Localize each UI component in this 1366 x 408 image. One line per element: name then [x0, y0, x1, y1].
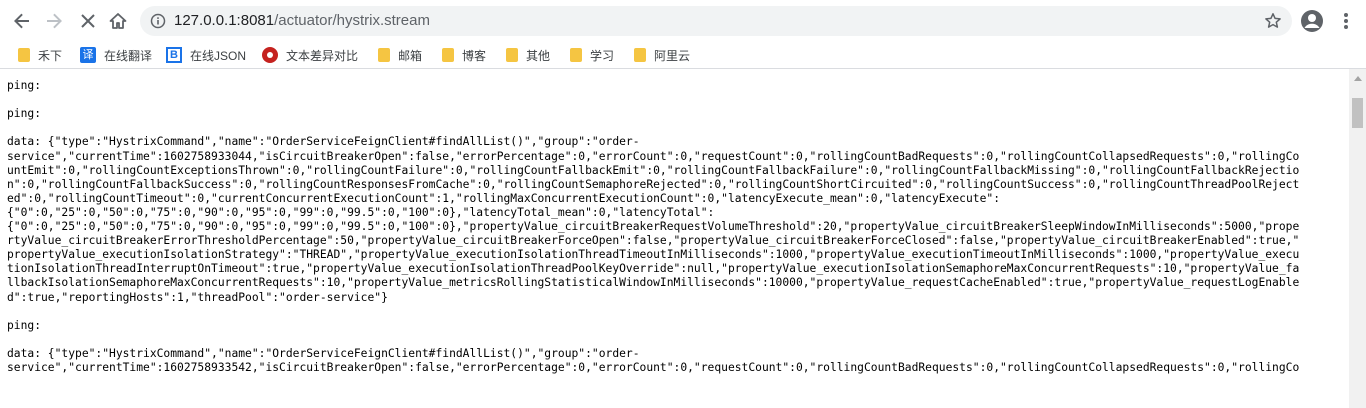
stream-line: [7, 121, 1349, 135]
home-icon: [109, 13, 127, 29]
stop-icon: [81, 14, 95, 28]
stream-line: ping:: [7, 318, 48, 332]
back-button[interactable]: [8, 7, 36, 35]
stream-line: {"0":0,"25":0,"50":0,"75":0,"90":0,"95":…: [7, 220, 1300, 234]
translate-icon: 译: [80, 47, 96, 63]
address-bar[interactable]: 127.0.0.1:8081/actuator/hystrix.stream: [140, 6, 1292, 36]
stream-line: service","currentTime":1602758933542,"is…: [7, 360, 1300, 374]
stream-line: [7, 305, 1349, 319]
stream-line: ed":0,"rollingCountTimeout":0,"currentCo…: [7, 191, 1000, 205]
bookmarks-bar: 禾下 译 在线翻译 B 在线JSON 文本差异对比 邮箱 博客 其他 学习 阿里…: [0, 42, 1366, 69]
stream-content: ping: ping: data: {"type":"HystrixComman…: [0, 69, 1349, 408]
star-icon[interactable]: [1264, 12, 1282, 34]
bookmark-label: 其他: [526, 48, 551, 63]
stream-line: data: {"type":"HystrixCommand","name":"O…: [7, 346, 640, 360]
stream-line: data: {"type":"HystrixCommand","name":"O…: [7, 135, 640, 149]
stream-line: ping:: [7, 79, 48, 93]
stream-line: llbackIsolationSemaphoreMaxConcurrentReq…: [7, 276, 1300, 290]
stream-line: [7, 69, 1349, 79]
stream-line: [7, 93, 1349, 107]
bookmark-label: 邮箱: [398, 48, 423, 63]
bookmark-label: 在线JSON: [190, 48, 247, 63]
forward-icon: [47, 13, 62, 29]
json-icon: B: [166, 47, 182, 63]
bookmark-online-json[interactable]: B 在线JSON: [166, 45, 246, 65]
more-menu-icon[interactable]: [1336, 8, 1356, 34]
stream-line: [7, 333, 1349, 347]
stream-line: propertyValue_executionIsolationStrategy…: [7, 248, 1300, 262]
bookmark-label: 博客: [462, 48, 487, 63]
bookmark-folder-aliyun[interactable]: 阿里云: [632, 45, 690, 65]
stream-text: ping: ping: data: {"type":"HystrixComman…: [0, 69, 1349, 375]
folder-icon: [506, 48, 518, 62]
bookmark-folder-study[interactable]: 学习: [568, 45, 614, 65]
url-path: /actuator/hystrix.stream: [274, 12, 430, 29]
stream-line: service","currentTime":1602758933044,"is…: [7, 149, 1300, 163]
bookmark-label: 在线翻译: [104, 48, 153, 63]
home-button[interactable]: [104, 7, 132, 35]
bookmark-folder-hexia[interactable]: 禾下: [16, 45, 62, 65]
url-host: 127.0.0.1:8081: [174, 12, 275, 29]
bookmark-folder-other[interactable]: 其他: [504, 45, 550, 65]
url-text[interactable]: 127.0.0.1:8081/actuator/hystrix.stream: [174, 12, 430, 29]
stream-line: ping:: [7, 107, 48, 121]
bookmark-folder-blog[interactable]: 博客: [440, 45, 486, 65]
folder-icon: [570, 48, 582, 62]
back-icon: [14, 13, 29, 29]
bookmark-folder-mail[interactable]: 邮箱: [376, 45, 422, 65]
folder-icon: [18, 48, 30, 62]
stream-line: tionIsolationThreadInterruptOnTimeout":t…: [7, 262, 1300, 276]
scrollbar-thumb[interactable]: [1352, 98, 1363, 128]
stream-line: n":0,"rollingCountFallbackSuccess":0,"ro…: [7, 177, 1300, 191]
folder-icon: [634, 48, 646, 62]
vertical-scrollbar[interactable]: [1349, 69, 1366, 408]
bookmark-online-translate[interactable]: 译 在线翻译: [80, 45, 152, 65]
browser-toolbar: 127.0.0.1:8081/actuator/hystrix.stream: [0, 0, 1366, 42]
bookmark-label: 学习: [590, 48, 615, 63]
stream-line: rtyValue_circuitBreakerErrorThresholdPer…: [7, 234, 1300, 248]
bookmark-label: 文本差异对比: [286, 48, 359, 63]
stop-button[interactable]: [74, 7, 102, 35]
bookmark-label: 禾下: [38, 48, 63, 63]
folder-icon: [378, 48, 390, 62]
folder-icon: [442, 48, 454, 62]
account-icon[interactable]: [1299, 8, 1325, 34]
diff-icon: [262, 47, 278, 63]
info-icon[interactable]: [150, 13, 166, 33]
bookmark-text-diff[interactable]: 文本差异对比: [262, 45, 358, 65]
scroll-up-arrow-icon[interactable]: [1349, 69, 1366, 86]
stream-line: untEmit":0,"rollingCountExceptionsThrown…: [7, 163, 1300, 177]
forward-button[interactable]: [40, 7, 68, 35]
stream-line: d":true,"reportingHosts":1,"threadPool":…: [7, 290, 388, 304]
bookmark-label: 阿里云: [654, 48, 691, 63]
stream-line: {"0":0,"25":0,"50":0,"75":0,"90":0,"95":…: [7, 205, 715, 219]
